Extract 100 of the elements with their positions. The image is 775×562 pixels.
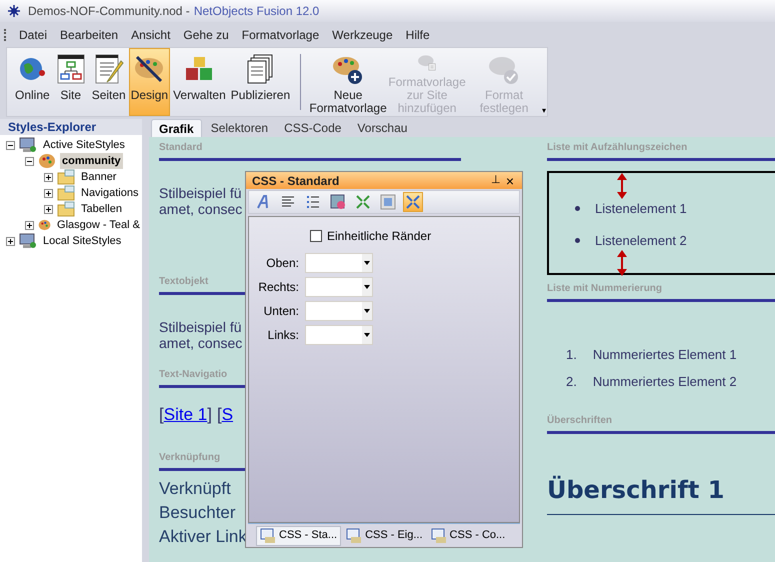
section-heading: Liste mit Aufzählungszeichen (547, 142, 688, 153)
expand-arrows-icon (405, 194, 421, 210)
heading-sample: Überschrift 1 (547, 476, 724, 504)
panel-tab[interactable]: CSS - Sta... (256, 526, 342, 546)
palette-icon (38, 153, 56, 169)
sample-text: amet, consec (159, 201, 242, 217)
panel-title: CSS - Standard (252, 172, 340, 190)
field-label: Rechts: (257, 279, 299, 296)
pin-button[interactable]: ⊥ (488, 172, 504, 189)
overflow-icon[interactable]: ▾ (542, 107, 546, 115)
nav-link[interactable]: S (222, 402, 234, 428)
tree-item[interactable]: Active SiteStyles (41, 136, 127, 154)
window-title: Demos-NOF-Community.nod - (28, 3, 190, 20)
tree-item[interactable]: Tabellen (79, 200, 124, 218)
double-arrow-icon (617, 250, 627, 276)
folder-icon (57, 169, 75, 185)
panel-tool-button[interactable] (328, 192, 348, 212)
section-heading: Liste mit Nummerierung (547, 283, 662, 294)
link-sample: Aktiver Link (159, 527, 247, 546)
list-item: Listenelement 1 (595, 200, 687, 218)
shrink-arrows-icon (355, 194, 371, 210)
font-icon (255, 194, 271, 210)
menu-item[interactable]: Formatvorlage (236, 26, 326, 44)
menu-item[interactable]: Gehe zu (177, 26, 235, 44)
bullet-icon (575, 206, 580, 212)
panel-tab[interactable]: CSS - Eig... (343, 526, 426, 546)
computer-icon (19, 137, 37, 153)
image-color-icon (330, 194, 346, 210)
app-title: NetObjects Fusion 12.0 (194, 3, 320, 20)
expand-icon[interactable] (44, 172, 53, 182)
page-pencil-icon (92, 53, 125, 85)
toolbar-button[interactable]: Site (52, 48, 89, 116)
toolbar-button[interactable]: Publizieren (228, 48, 292, 116)
caret-icon (364, 333, 370, 337)
link-sample: Verknüpft (159, 479, 231, 498)
view-tab[interactable]: Grafik (151, 119, 202, 137)
list-item: Listenelement 2 (595, 232, 687, 250)
menu-item[interactable]: Werkzeuge (326, 26, 399, 44)
css-file-icon (430, 528, 447, 544)
section-heading: Text-Navigatio (159, 369, 228, 380)
bracket-text: [ (216, 404, 222, 426)
sample-text: amet, consec (159, 335, 242, 351)
toolbar-button[interactable]: Online (13, 48, 52, 116)
field-label: Unten: (262, 303, 299, 320)
caret-icon (364, 261, 370, 265)
app-logo-icon (8, 5, 20, 17)
expand-icon[interactable] (6, 236, 15, 246)
toolbar-button[interactable]: Design (128, 48, 170, 116)
toolbar-button[interactable]: Verwalten (171, 48, 228, 116)
tree-item[interactable]: Banner (79, 168, 118, 186)
sample-text: Stilbeispiel fü (159, 185, 242, 201)
checkbox[interactable] (310, 230, 322, 242)
list-item: Nummeriertes Element 2 (592, 372, 737, 390)
folder-icon (57, 185, 75, 201)
view-tab[interactable]: Selektoren (204, 119, 276, 137)
view-tab[interactable]: CSS-Code (277, 119, 348, 137)
toolbar-button[interactable]: Neue Formatvorlage (309, 48, 388, 116)
folder-icon (57, 201, 75, 217)
sample-text: Stilbeispiel fü (159, 319, 242, 335)
nav-link[interactable]: Site 1 (164, 402, 208, 428)
sitemap-icon (54, 53, 87, 85)
field-label: Oben: (265, 255, 299, 272)
tree-item[interactable]: community (60, 152, 123, 170)
section-heading: Textobjekt (159, 276, 208, 287)
section-heading: Standard (159, 142, 202, 153)
menu-item[interactable]: Datei (13, 26, 54, 44)
explorer-title: Styles-Explorer (8, 119, 96, 136)
bracket-text: [ (159, 404, 164, 426)
box-icon (380, 194, 396, 210)
tree-item[interactable]: Navigations (79, 184, 140, 202)
tree-item[interactable]: Glasgow - Teal & (55, 216, 142, 234)
close-button[interactable]: × (504, 174, 516, 188)
view-tab[interactable]: Vorschau (350, 119, 414, 137)
expand-icon[interactable] (25, 220, 34, 230)
caret-icon (364, 285, 370, 289)
palette-icon (38, 217, 52, 233)
palette-brush-icon (133, 53, 166, 85)
field-label: Links: (266, 327, 299, 344)
list-icon (305, 194, 321, 210)
bracket-text: ] (207, 404, 212, 426)
computer-icon (19, 233, 37, 249)
section-heading: Überschriften (547, 415, 612, 426)
list-item: Nummeriertes Element 1 (592, 346, 737, 364)
menu-item[interactable]: Bearbeiten (54, 26, 124, 44)
toolbar-button[interactable]: Seiten (90, 48, 128, 116)
caret-icon (364, 309, 370, 313)
collapse-icon[interactable] (6, 140, 15, 150)
collapse-icon[interactable] (25, 156, 34, 166)
menu-item[interactable]: Hilfe (400, 26, 436, 44)
double-arrow-icon (617, 173, 627, 199)
item-number: 1. (566, 346, 577, 364)
tree-item[interactable]: Local SiteStyles (41, 232, 124, 250)
expand-icon[interactable] (44, 188, 53, 198)
menu-item[interactable]: Ansicht (125, 26, 176, 44)
checkbox-label: Einheitliche Ränder (327, 228, 432, 245)
expand-icon[interactable] (44, 204, 53, 214)
panel-tab[interactable]: CSS - Co... (428, 526, 508, 546)
item-number: 2. (566, 372, 577, 390)
css-file-icon (260, 528, 276, 544)
css-file-icon (346, 528, 362, 544)
